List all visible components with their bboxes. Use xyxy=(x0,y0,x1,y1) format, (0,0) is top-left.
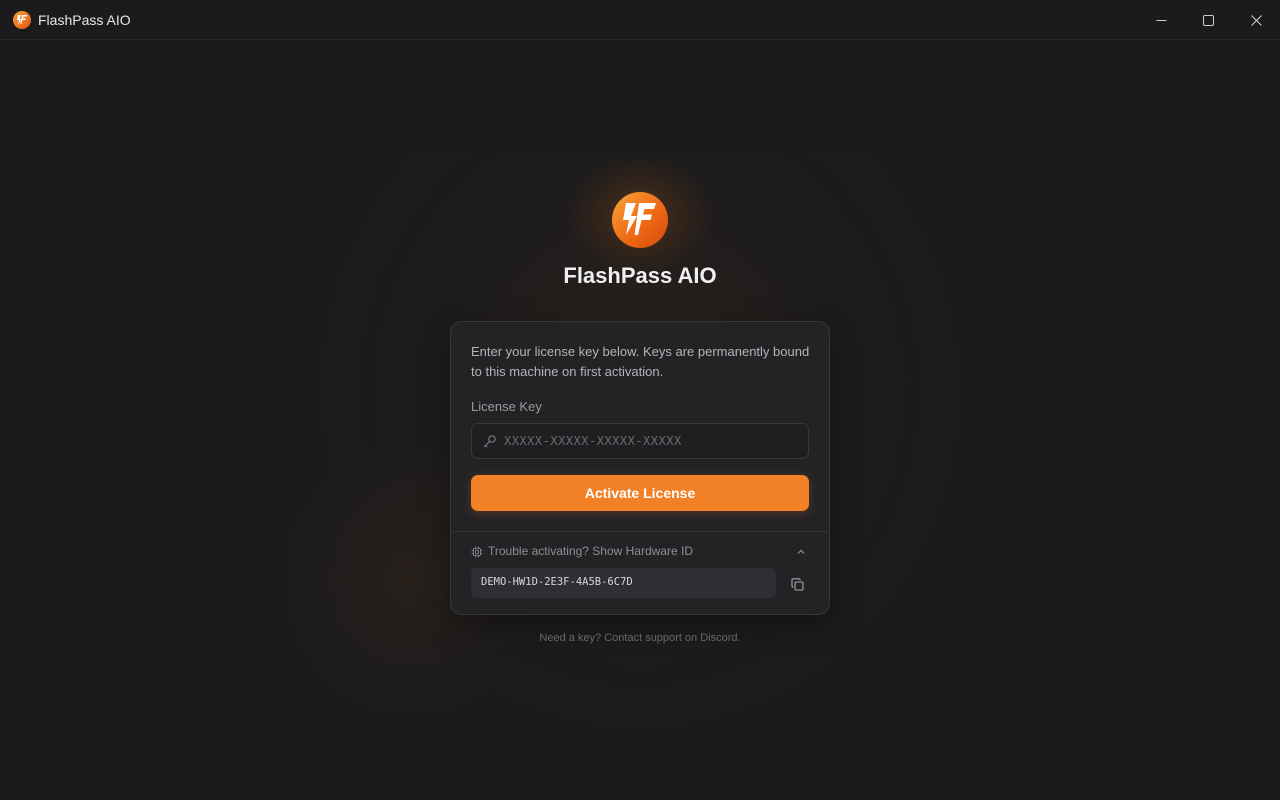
card-description: Enter your license key below. Keys are p… xyxy=(471,344,810,379)
chevron-up-icon xyxy=(797,549,805,554)
title-bar: FlashPass AIO xyxy=(0,0,1280,40)
minimize-icon xyxy=(1156,19,1166,21)
lightning-logo-icon xyxy=(612,192,668,248)
hardware-id-box: DEMO-HW1D-2E3F-4A5B-6C7D xyxy=(471,568,776,598)
window-title: FlashPass AIO xyxy=(38,12,131,28)
show-hardware-id-toggle[interactable]: Trouble activating? Show Hardware ID xyxy=(471,544,811,560)
license-key-label: License Key xyxy=(471,399,542,414)
copy-icon xyxy=(790,577,804,591)
chip-icon xyxy=(471,546,483,558)
license-key-input[interactable] xyxy=(504,424,804,458)
close-icon xyxy=(1250,14,1262,26)
close-button[interactable] xyxy=(1233,0,1279,40)
support-footer-text: Need a key? Contact support on Discord. xyxy=(539,632,741,644)
trouble-activating-label: Trouble activating? Show Hardware ID xyxy=(488,544,693,558)
maximize-icon xyxy=(1202,14,1214,26)
hardware-id-value: DEMO-HW1D-2E3F-4A5B-6C7D xyxy=(481,576,633,588)
brand-name: FlashPass AIO xyxy=(563,263,717,288)
key-icon xyxy=(483,435,496,448)
minimize-button[interactable] xyxy=(1138,0,1184,40)
maximize-button[interactable] xyxy=(1185,0,1231,40)
activate-license-button[interactable]: Activate License xyxy=(471,475,809,511)
license-key-field[interactable] xyxy=(471,423,809,459)
card-divider xyxy=(451,531,829,532)
copy-hardware-id-button[interactable] xyxy=(786,573,808,595)
activation-card: Enter your license key below. Keys are p… xyxy=(450,321,830,615)
app-logo-icon xyxy=(13,11,31,29)
